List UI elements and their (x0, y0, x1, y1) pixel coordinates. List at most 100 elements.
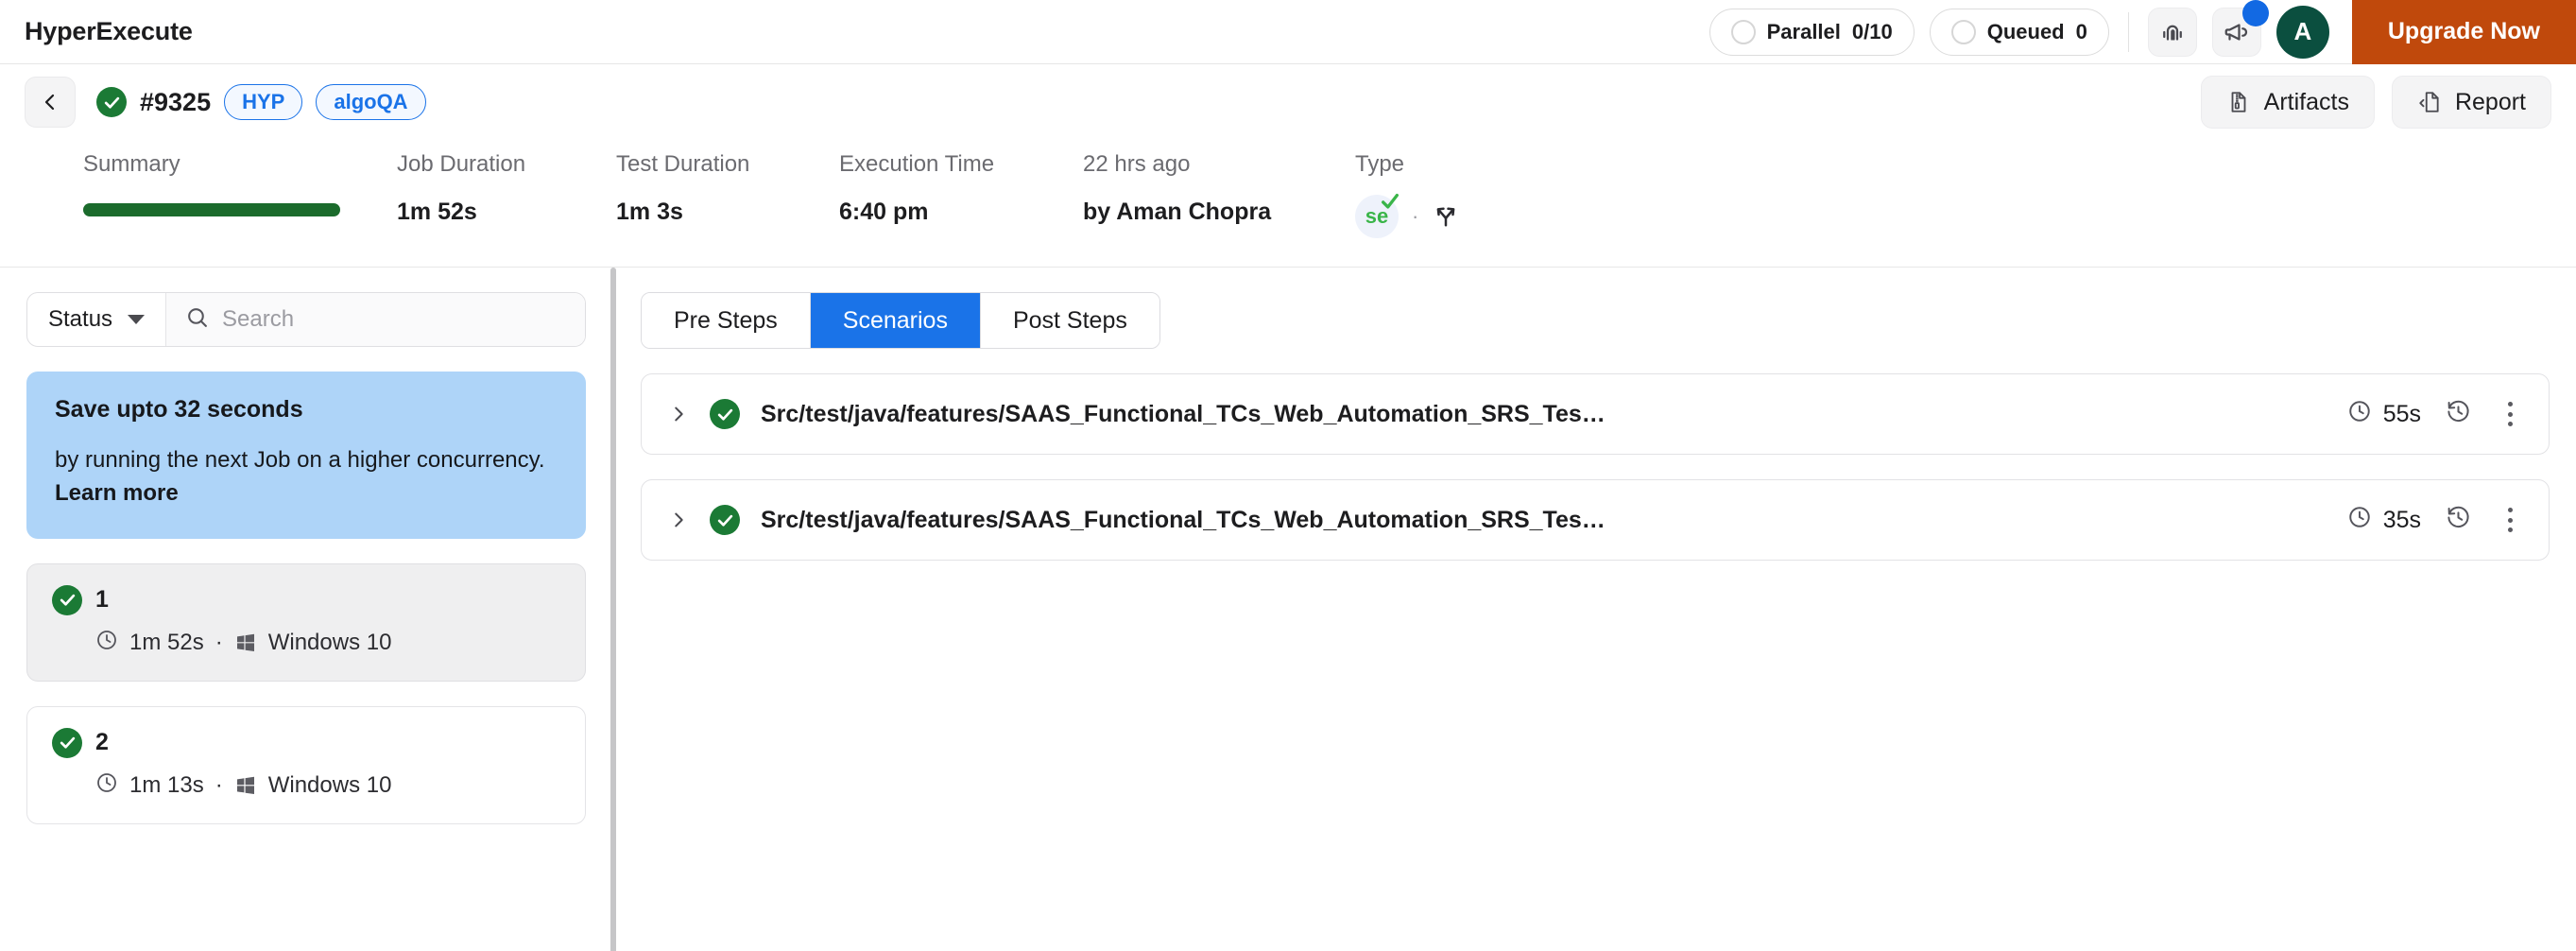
queued-count: 0 (2076, 20, 2087, 44)
status-filter-label: Status (48, 306, 112, 333)
scenario-title: Src/test/java/features/SAAS_Functional_T… (761, 401, 1606, 428)
scenarios-panel: Pre Steps Scenarios Post Steps Src/test/… (614, 268, 2576, 951)
promo-body-text: by running the next Job on a higher conc… (55, 447, 545, 473)
notification-badge (2242, 0, 2269, 26)
task-status-check-icon (52, 728, 82, 758)
scenario-more-options-icon[interactable] (2496, 504, 2524, 536)
task-number: 1 (95, 586, 109, 614)
task-meta-separator: · (215, 630, 223, 656)
archive-file-icon (2226, 90, 2251, 114)
job-summary-stats: Summary Job Duration 1m 52s Test Duratio… (0, 140, 2576, 268)
upgrade-now-button[interactable]: Upgrade Now (2352, 0, 2576, 64)
search-field-wrapper[interactable] (166, 293, 585, 346)
promo-title: Save upto 32 seconds (55, 396, 558, 424)
job-header: #9325 HYP algoQA Artifacts Report (0, 64, 2576, 140)
task-number: 2 (95, 729, 109, 756)
windows-icon (234, 631, 257, 654)
tab-pre-steps[interactable]: Pre Steps (642, 293, 811, 348)
scenario-row[interactable]: Src/test/java/features/SAAS_Functional_T… (641, 479, 2550, 561)
scenario-actions: 55s (2347, 398, 2524, 430)
execution-time-value: 6:40 pm (839, 199, 1083, 226)
task-list-item[interactable]: 1 1m 52s · Window (26, 563, 586, 682)
task-os: Windows 10 (268, 772, 392, 799)
parallel-count: 0/10 (1852, 20, 1893, 44)
scenario-more-options-icon[interactable] (2496, 398, 2524, 430)
job-tag-hyp[interactable]: HYP (224, 84, 302, 120)
expand-chevron-icon[interactable] (664, 510, 693, 530)
task-duration: 1m 52s (129, 630, 204, 656)
stat-execution-time: Execution Time 6:40 pm (839, 151, 1083, 226)
header-divider (2128, 12, 2129, 52)
scenario-actions: 35s (2347, 504, 2524, 536)
job-id: #9325 (140, 88, 211, 117)
stat-summary: Summary (83, 151, 397, 216)
scenario-duration-value: 35s (2383, 507, 2421, 534)
content-area: Status Save upto 32 seconds by running t… (0, 268, 2576, 951)
parallel-label: Parallel (1767, 20, 1841, 44)
task-status-check-icon (52, 585, 82, 615)
scenario-row[interactable]: Src/test/java/features/SAAS_Functional_T… (641, 373, 2550, 455)
type-icon-group: se · (1355, 195, 1460, 238)
code-file-icon (2417, 90, 2442, 114)
task-meta: 1m 52s · Windows 10 (95, 629, 560, 658)
header-actions: Parallel 0/10 Queued 0 A Upgrade Now (1709, 0, 2576, 63)
stat-type: Type se · (1355, 151, 1460, 238)
fingerprint-icon[interactable] (2148, 8, 2197, 57)
task-os: Windows 10 (268, 630, 392, 656)
status-filter-dropdown[interactable]: Status (27, 293, 166, 346)
execution-time-label: Execution Time (839, 151, 1083, 178)
user-avatar[interactable]: A (2276, 6, 2329, 59)
promo-learn-more-link[interactable]: Learn more (55, 480, 179, 506)
scrollbar-thumb[interactable] (610, 268, 616, 951)
tab-post-steps[interactable]: Post Steps (981, 293, 1159, 348)
chevron-down-icon (128, 315, 145, 324)
report-button[interactable]: Report (2392, 76, 2551, 129)
app-header: HyperExecute Parallel 0/10 Queued 0 A (0, 0, 2576, 64)
concurrency-promo-card: Save upto 32 seconds by running the next… (26, 372, 586, 539)
artifacts-label: Artifacts (2264, 89, 2349, 116)
relative-time-label: 22 hrs ago (1083, 151, 1355, 178)
scenario-status-check-icon (710, 505, 740, 535)
task-header: 1 (52, 585, 560, 615)
task-meta: 1m 13s · Windows 10 (95, 771, 560, 801)
back-button[interactable] (25, 77, 76, 128)
stat-job-duration: Job Duration 1m 52s (397, 151, 616, 226)
sidebar-resize-handle[interactable] (612, 268, 614, 951)
queued-label: Queued (1987, 20, 2065, 44)
megaphone-icon[interactable] (2212, 8, 2261, 57)
task-meta-separator: · (215, 772, 223, 799)
search-input[interactable] (222, 306, 566, 333)
task-list-item[interactable]: 2 1m 13s · Window (26, 706, 586, 824)
sidebar-filter-bar: Status (26, 292, 586, 347)
author-value: by Aman Chopra (1083, 199, 1355, 226)
search-icon (185, 305, 209, 334)
tab-scenarios[interactable]: Scenarios (811, 293, 981, 348)
steps-tabs: Pre Steps Scenarios Post Steps (641, 292, 1160, 349)
job-tag-project[interactable]: algoQA (316, 84, 425, 120)
branch-split-icon (1432, 200, 1460, 233)
promo-body: by running the next Job on a higher conc… (55, 444, 558, 510)
selenium-icon: se (1355, 195, 1399, 238)
job-status-check-icon (96, 87, 127, 117)
artifacts-button[interactable]: Artifacts (2201, 76, 2375, 129)
parallel-ring-icon (1731, 20, 1756, 44)
history-icon[interactable] (2446, 505, 2471, 535)
scenario-status-check-icon (710, 399, 740, 429)
history-icon[interactable] (2446, 399, 2471, 429)
test-duration-value: 1m 3s (616, 199, 839, 226)
clock-icon (2347, 399, 2372, 430)
queued-ring-icon (1951, 20, 1976, 44)
parallel-status-pill[interactable]: Parallel 0/10 (1709, 9, 1915, 56)
selenium-check-icon (1380, 191, 1400, 217)
scenario-duration: 55s (2347, 399, 2421, 430)
expand-chevron-icon[interactable] (664, 404, 693, 424)
task-duration: 1m 13s (129, 772, 204, 799)
type-label: Type (1355, 151, 1460, 178)
clock-icon (95, 629, 118, 658)
scenario-duration-value: 55s (2383, 401, 2421, 428)
summary-label: Summary (83, 151, 397, 178)
queued-status-pill[interactable]: Queued 0 (1930, 9, 2109, 56)
job-header-actions: Artifacts Report (2201, 76, 2551, 129)
app-brand-title: HyperExecute (25, 17, 193, 46)
report-label: Report (2455, 89, 2526, 116)
